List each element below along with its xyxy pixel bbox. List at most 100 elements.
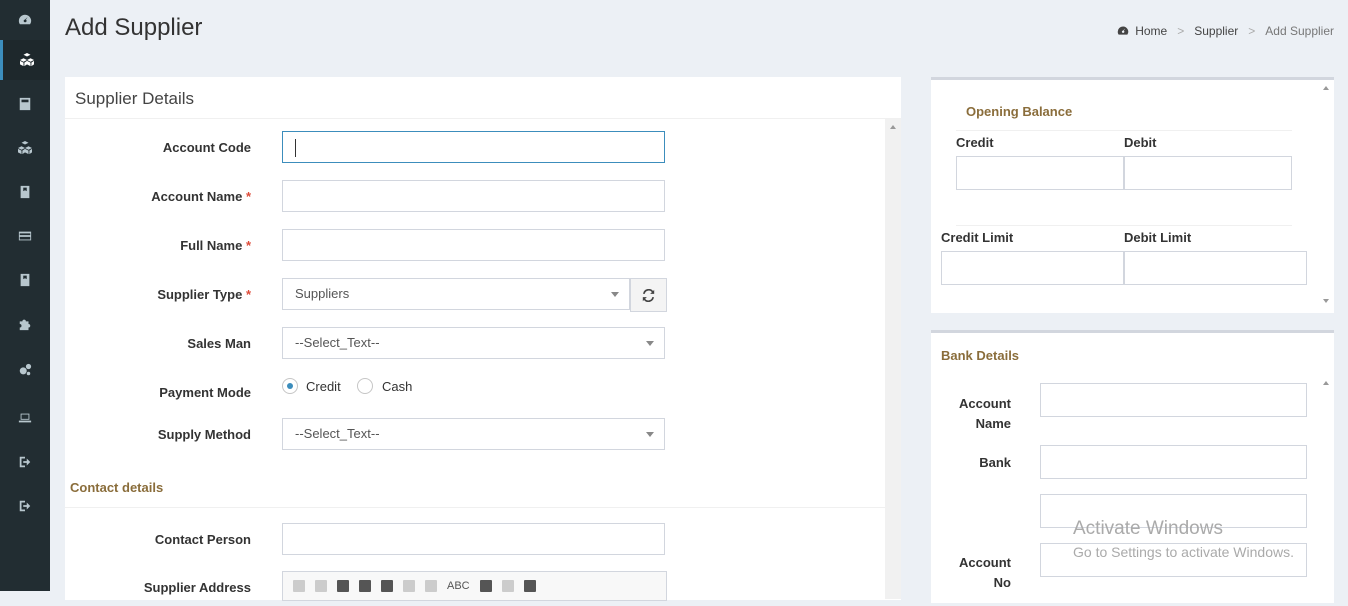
paste-word-icon[interactable] <box>381 580 393 592</box>
credit-input[interactable] <box>956 156 1124 190</box>
payment-credit-label[interactable]: Credit <box>306 379 341 394</box>
paste-text-icon[interactable] <box>359 580 371 592</box>
full-name-label-text: Full Name <box>180 238 243 253</box>
supplier-details-scrollbar[interactable] <box>885 119 901 599</box>
divider <box>956 130 1292 131</box>
cubes-icon <box>19 53 34 67</box>
supplier-details-box: Supplier Details Account Code Account Na… <box>65 77 901 601</box>
payment-cash-radio[interactable] <box>357 378 373 394</box>
bank-account-name-label-line1: Account <box>959 396 1011 411</box>
undo-icon[interactable] <box>403 580 415 592</box>
scroll-up-icon[interactable] <box>1323 381 1329 385</box>
supplier-type-label: Supplier Type * <box>157 278 251 312</box>
supply-method-value: --Select_Text-- <box>295 426 380 441</box>
sidebar-item-book-2[interactable] <box>0 260 50 300</box>
account-code-label: Account Code <box>162 140 251 155</box>
account-name-row: Account Name * <box>65 180 885 214</box>
account-name-label: Account Name * <box>151 180 251 214</box>
contact-details-title: Contact details <box>70 480 164 495</box>
sidebar-item-settings[interactable] <box>0 350 50 390</box>
spellcheck-button[interactable]: ABC <box>447 580 470 592</box>
sidebar-item-sign-out[interactable] <box>0 442 50 482</box>
bank-account-no-label-line1: Account <box>959 555 1011 570</box>
anchor-flag-icon[interactable] <box>523 580 536 592</box>
dropdown-arrow-icon <box>611 292 619 297</box>
sidebar-item-plugins[interactable] <box>0 304 50 344</box>
unlink-icon[interactable] <box>501 580 514 592</box>
required-mark: * <box>245 238 251 253</box>
cut-icon[interactable] <box>293 580 305 592</box>
debit-limit-input[interactable] <box>1124 251 1307 285</box>
credit-limit-input[interactable] <box>941 251 1124 285</box>
breadcrumb: Home > Supplier > Add Supplier <box>1117 24 1334 38</box>
bank-account-name-label: Account Name <box>941 394 1011 434</box>
link-icon[interactable] <box>479 580 492 592</box>
scroll-up-icon[interactable] <box>1323 86 1329 90</box>
refresh-button[interactable] <box>630 278 667 312</box>
sidebar-item-dashboard[interactable] <box>0 0 50 40</box>
account-code-row: Account Code <box>65 131 885 165</box>
sign-out-icon-2 <box>19 500 31 512</box>
contact-person-row: Contact Person <box>65 523 885 557</box>
bank-account-name-label-line2: Name <box>975 416 1011 431</box>
book-icon <box>20 185 30 199</box>
required-mark: * <box>245 287 251 302</box>
scroll-up-icon[interactable] <box>890 125 896 129</box>
calculator-icon <box>19 97 31 111</box>
paste-icon[interactable] <box>337 580 349 592</box>
bank-details-title: Bank Details <box>941 348 1020 363</box>
required-mark: * <box>245 189 251 204</box>
sales-man-value: --Select_Text-- <box>295 335 380 350</box>
gears-icon <box>19 363 32 376</box>
payment-mode-row: Payment Mode Credit Cash <box>65 376 885 410</box>
full-name-input[interactable] <box>282 229 665 261</box>
sidebar-item-book[interactable] <box>0 172 50 212</box>
opening-balance-box: Opening Balance Credit Debit Credit Limi… <box>931 77 1334 313</box>
sidebar-item-sign-out-2[interactable] <box>0 486 50 526</box>
sidebar-item-laptop[interactable] <box>0 398 50 438</box>
debit-input[interactable] <box>1124 156 1292 190</box>
account-code-input[interactable] <box>282 131 665 163</box>
bank-details-scrollbar[interactable] <box>1318 375 1334 600</box>
breadcrumb-supplier[interactable]: Supplier <box>1194 24 1238 38</box>
payment-mode-label: Payment Mode <box>159 385 251 400</box>
supply-method-select[interactable]: --Select_Text-- <box>282 418 665 450</box>
text-caret <box>295 139 296 157</box>
supplier-type-row: Supplier Type * Suppliers <box>65 278 885 312</box>
sidebar-item-products[interactable] <box>0 128 50 168</box>
dropdown-arrow-icon <box>646 341 654 346</box>
account-name-input[interactable] <box>282 180 665 212</box>
breadcrumb-home[interactable]: Home <box>1135 24 1167 38</box>
credit-limit-label: Credit Limit <box>941 230 1014 245</box>
sidebar-item-payments[interactable] <box>0 216 50 256</box>
bank-input[interactable] <box>1040 445 1307 479</box>
page-title: Add Supplier <box>65 14 203 41</box>
sidebar-item-calculator[interactable] <box>0 84 50 124</box>
redo-icon[interactable] <box>425 580 437 592</box>
dropdown-arrow-icon <box>646 432 654 437</box>
sales-man-label: Sales Man <box>187 336 251 351</box>
sidebar <box>0 0 50 591</box>
activate-windows-watermark: Activate Windows <box>1073 518 1223 539</box>
sales-man-row: Sales Man --Select_Text-- <box>65 327 885 361</box>
contact-person-label: Contact Person <box>154 532 251 547</box>
payment-cash-label[interactable]: Cash <box>382 379 412 394</box>
bank-account-name-input[interactable] <box>1040 383 1307 417</box>
copy-icon[interactable] <box>315 580 327 592</box>
laptop-icon <box>18 413 32 423</box>
payment-credit-radio[interactable] <box>282 378 298 394</box>
breadcrumb-separator: > <box>1248 24 1256 38</box>
contact-person-input[interactable] <box>282 523 665 555</box>
sales-man-select[interactable]: --Select_Text-- <box>282 327 665 359</box>
opening-balance-scrollbar[interactable] <box>1318 80 1334 310</box>
book-icon-2 <box>20 273 30 287</box>
bank-label: Bank <box>979 455 1011 470</box>
sidebar-item-suppliers[interactable] <box>0 40 50 80</box>
divider <box>956 225 1292 226</box>
sign-out-icon <box>19 456 31 468</box>
scroll-down-icon[interactable] <box>1323 299 1329 303</box>
supplier-type-select[interactable]: Suppliers <box>282 278 630 310</box>
address-editor-toolbar: ABC <box>282 571 667 601</box>
bank-details-box: Bank Details Account Name Bank Account N… <box>931 330 1334 603</box>
divider <box>65 507 885 508</box>
